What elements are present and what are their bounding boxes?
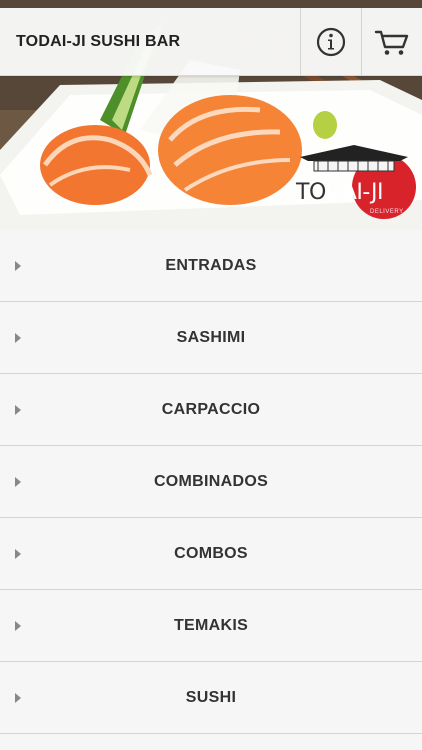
menu-item-label: ENTRADAS <box>165 256 257 274</box>
chevron-right-icon <box>15 620 21 631</box>
logo-subtext: DELIVERY <box>370 209 404 215</box>
menu-item-combos[interactable]: COMBOS <box>0 518 422 590</box>
cart-icon <box>374 30 409 55</box>
chevron-right-icon <box>15 404 21 415</box>
info-icon <box>316 27 346 56</box>
menu-item-label: COMBOS <box>174 544 248 562</box>
menu-item-label: SUSHI <box>185 688 237 706</box>
todai-ji-logo: TODAI-JI DELIVERY <box>292 135 417 225</box>
menu-item-temakis[interactable]: TEMAKIS <box>0 590 422 662</box>
menu-item-combinados[interactable]: COMBINADOS <box>0 446 422 518</box>
chevron-right-icon <box>15 692 21 703</box>
menu-item-carpaccio[interactable]: CARPACCIO <box>0 374 422 446</box>
chevron-right-icon <box>15 332 21 343</box>
menu-item-label: CARPACCIO <box>161 400 261 418</box>
logo-text-to: TO <box>296 180 326 205</box>
app-header: TODAI-JI SUSHI BAR <box>0 8 422 76</box>
logo-text-daiji: DAI-JI <box>325 180 384 205</box>
menu-item-label: TEMAKIS <box>173 616 249 634</box>
chevron-right-icon <box>15 260 21 271</box>
app-title: TODAI-JI SUSHI BAR <box>16 32 181 50</box>
menu-item-sashimi[interactable]: SASHIMI <box>0 302 422 374</box>
menu-item-entradas[interactable]: ENTRADAS <box>0 230 422 302</box>
menu-item-label: COMBINADOS <box>153 472 269 490</box>
chevron-right-icon <box>15 548 21 559</box>
menu-item-sushi[interactable]: SUSHI <box>0 662 422 734</box>
cart-button[interactable] <box>361 8 422 75</box>
info-button[interactable] <box>300 8 361 75</box>
menu-item-label: SASHIMI <box>176 328 246 346</box>
chevron-right-icon <box>15 476 21 487</box>
category-menu: ENTRADAS SASHIMI CARPACCIO COMBINADOS CO… <box>0 230 422 734</box>
